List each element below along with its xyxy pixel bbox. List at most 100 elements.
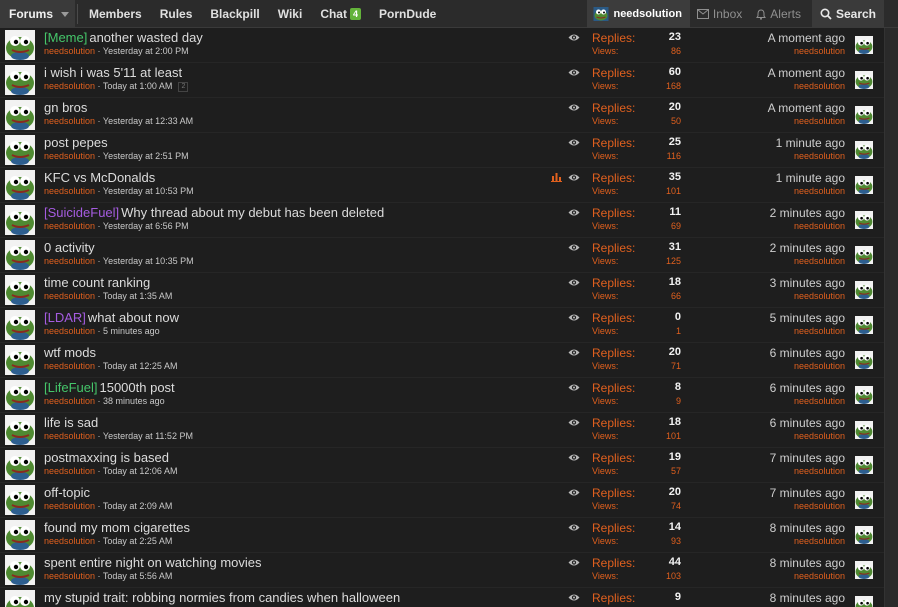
thread-author-link[interactable]: needsolution: [44, 326, 95, 336]
thread-title-link[interactable]: i wish i was 5'11 at least: [44, 65, 182, 80]
author-avatar[interactable]: [5, 65, 35, 95]
nav-tab-wiki[interactable]: Wiki: [269, 0, 312, 28]
thread-author-link[interactable]: needsolution: [44, 256, 95, 266]
author-avatar[interactable]: [5, 450, 35, 480]
thread-title-link[interactable]: gn bros: [44, 100, 87, 115]
nav-tab-blackpill[interactable]: Blackpill: [201, 0, 268, 28]
author-avatar[interactable]: [5, 415, 35, 445]
thread-title-link[interactable]: wtf mods: [44, 345, 96, 360]
last-poster-avatar[interactable]: [855, 141, 873, 159]
thread-prefix[interactable]: [LifeFuel]: [44, 380, 97, 395]
author-avatar[interactable]: [5, 590, 35, 607]
nav-tab-members[interactable]: Members: [80, 0, 151, 28]
last-post-time[interactable]: 6 minutes ago: [770, 381, 845, 395]
nav-tab-forums[interactable]: Forums: [0, 0, 76, 28]
last-post-time[interactable]: 1 minute ago: [776, 171, 845, 185]
thread-title-link[interactable]: [LifeFuel] 15000th post: [44, 380, 175, 395]
last-poster-link[interactable]: needsolution: [794, 501, 845, 511]
last-post-time[interactable]: 6 minutes ago: [770, 416, 845, 430]
last-poster-avatar[interactable]: [855, 421, 873, 439]
last-post-time[interactable]: 7 minutes ago: [770, 486, 845, 500]
search-button[interactable]: Search: [811, 0, 884, 28]
author-avatar[interactable]: [5, 205, 35, 235]
author-avatar[interactable]: [5, 485, 35, 515]
thread-author-link[interactable]: needsolution: [44, 431, 95, 441]
thread-start-date[interactable]: Yesterday at 2:00 PM: [103, 46, 189, 56]
last-poster-link[interactable]: needsolution: [794, 291, 845, 301]
last-poster-avatar[interactable]: [855, 351, 873, 369]
thread-author-link[interactable]: needsolution: [44, 116, 95, 126]
last-post-time[interactable]: 3 minutes ago: [770, 276, 845, 290]
thread-start-date[interactable]: Today at 2:09 AM: [103, 501, 173, 511]
thread-prefix[interactable]: [SuicideFuel]: [44, 205, 119, 220]
last-poster-avatar[interactable]: [855, 71, 873, 89]
last-poster-avatar[interactable]: [855, 106, 873, 124]
last-poster-link[interactable]: needsolution: [794, 221, 845, 231]
author-avatar[interactable]: [5, 275, 35, 305]
thread-author-link[interactable]: needsolution: [44, 571, 95, 581]
last-poster-link[interactable]: needsolution: [794, 151, 845, 161]
last-poster-link[interactable]: needsolution: [794, 186, 845, 196]
thread-start-date[interactable]: 5 minutes ago: [103, 326, 160, 336]
author-avatar[interactable]: [5, 310, 35, 340]
last-poster-avatar[interactable]: [855, 246, 873, 264]
last-post-time[interactable]: A moment ago: [768, 31, 845, 45]
thread-author-link[interactable]: needsolution: [44, 186, 95, 196]
last-poster-link[interactable]: needsolution: [794, 81, 845, 91]
thread-start-date[interactable]: Yesterday at 10:53 PM: [103, 186, 194, 196]
thread-title-link[interactable]: time count ranking: [44, 275, 150, 290]
thread-author-link[interactable]: needsolution: [44, 396, 95, 406]
thread-author-link[interactable]: needsolution: [44, 361, 95, 371]
last-post-time[interactable]: 7 minutes ago: [770, 451, 845, 465]
thread-author-link[interactable]: needsolution: [44, 291, 95, 301]
thread-author-link[interactable]: needsolution: [44, 221, 95, 231]
nav-tab-porndude[interactable]: PornDude: [370, 0, 445, 28]
last-post-time[interactable]: 8 minutes ago: [770, 556, 845, 570]
thread-title-link[interactable]: [SuicideFuel] Why thread about my debut h…: [44, 205, 384, 220]
thread-start-date[interactable]: Yesterday at 11:52 PM: [103, 431, 193, 441]
last-poster-link[interactable]: needsolution: [794, 396, 845, 406]
thread-start-date[interactable]: Today at 2:25 AM: [103, 536, 173, 546]
last-poster-link[interactable]: needsolution: [794, 361, 845, 371]
thread-author-link[interactable]: needsolution: [44, 151, 95, 161]
nav-tab-chat[interactable]: Chat 4: [311, 0, 370, 28]
last-post-time[interactable]: 6 minutes ago: [770, 346, 845, 360]
last-post-time[interactable]: A moment ago: [768, 101, 845, 115]
last-poster-link[interactable]: needsolution: [794, 536, 845, 546]
last-poster-link[interactable]: needsolution: [794, 116, 845, 126]
last-poster-avatar[interactable]: [855, 561, 873, 579]
thread-title-link[interactable]: post pepes: [44, 135, 108, 150]
last-poster-avatar[interactable]: [855, 36, 873, 54]
last-poster-avatar[interactable]: [855, 526, 873, 544]
thread-start-date[interactable]: Yesterday at 12:33 AM: [103, 116, 193, 126]
thread-start-date[interactable]: Today at 12:06 AM: [103, 466, 178, 476]
thread-author-link[interactable]: needsolution: [44, 536, 95, 546]
last-poster-avatar[interactable]: [855, 386, 873, 404]
thread-start-date[interactable]: Yesterday at 10:35 PM: [103, 256, 194, 266]
chevron-down-icon[interactable]: [61, 11, 70, 17]
author-avatar[interactable]: [5, 345, 35, 375]
last-poster-avatar[interactable]: [855, 281, 873, 299]
inbox-button[interactable]: Inbox: [690, 0, 749, 28]
thread-start-date[interactable]: Today at 12:25 AM: [103, 361, 178, 371]
thread-start-date[interactable]: Today at 1:35 AM: [103, 291, 173, 301]
thread-title-link[interactable]: 0 activity: [44, 240, 95, 255]
page-jump-link[interactable]: 2: [178, 82, 189, 92]
thread-title-link[interactable]: postmaxxing is based: [44, 450, 169, 465]
thread-author-link[interactable]: needsolution: [44, 466, 95, 476]
nav-tab-rules[interactable]: Rules: [151, 0, 202, 28]
thread-author-link[interactable]: needsolution: [44, 81, 95, 91]
last-post-time[interactable]: 8 minutes ago: [770, 591, 845, 605]
last-poster-link[interactable]: needsolution: [794, 256, 845, 266]
thread-prefix[interactable]: [LDAR]: [44, 310, 86, 325]
last-poster-link[interactable]: needsolution: [794, 571, 845, 581]
alerts-button[interactable]: Alerts: [749, 0, 808, 28]
account-menu[interactable]: needsolution: [587, 0, 690, 28]
thread-prefix[interactable]: [Meme]: [44, 30, 87, 45]
last-poster-link[interactable]: needsolution: [794, 326, 845, 336]
thread-title-link[interactable]: KFC vs McDonalds: [44, 170, 155, 185]
thread-title-link[interactable]: off-topic: [44, 485, 90, 500]
last-poster-avatar[interactable]: [855, 176, 873, 194]
last-poster-avatar[interactable]: [855, 316, 873, 334]
thread-title-link[interactable]: spent entire night on watching movies: [44, 555, 262, 570]
